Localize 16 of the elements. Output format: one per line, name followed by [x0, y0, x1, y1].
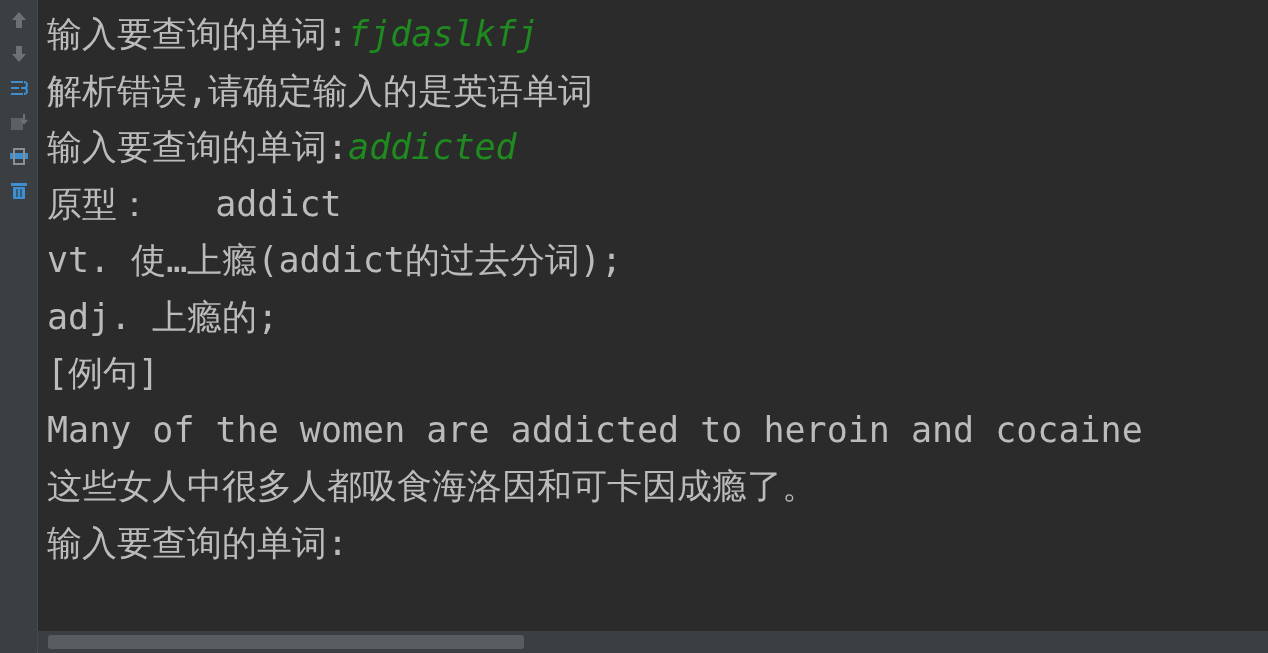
console-output-text: 原型： addict — [47, 183, 342, 224]
horizontal-scrollbar[interactable] — [38, 631, 1268, 653]
trash-icon[interactable] — [8, 180, 29, 200]
console-output-text: vt. 使…上瘾(addict的过去分词); — [47, 240, 622, 280]
console-output-text: 输入要查询的单词: — [47, 14, 349, 54]
console-output-text: adj. 上瘾的; — [47, 296, 279, 337]
console-output-text: 解析错误,请确定输入的是英语单词 — [47, 70, 594, 111]
console-output-text: 输入要查询的单词: — [47, 522, 349, 563]
user-input-text: fjdaslkfj — [348, 14, 538, 54]
scroll-to-end-icon[interactable] — [8, 112, 29, 132]
scrollbar-thumb[interactable] — [48, 635, 524, 649]
console-output-text: 这些女人中很多人都吸食海洛因和可卡因成瘾了。 — [47, 466, 817, 506]
console-output-text: Many of the women are addicted to heroin and cocaine — [47, 409, 1143, 450]
user-input-text: addicted — [348, 127, 517, 167]
console-output-text: 输入要查询的单词: — [47, 127, 349, 167]
console-output-text: [例句] — [47, 353, 160, 393]
